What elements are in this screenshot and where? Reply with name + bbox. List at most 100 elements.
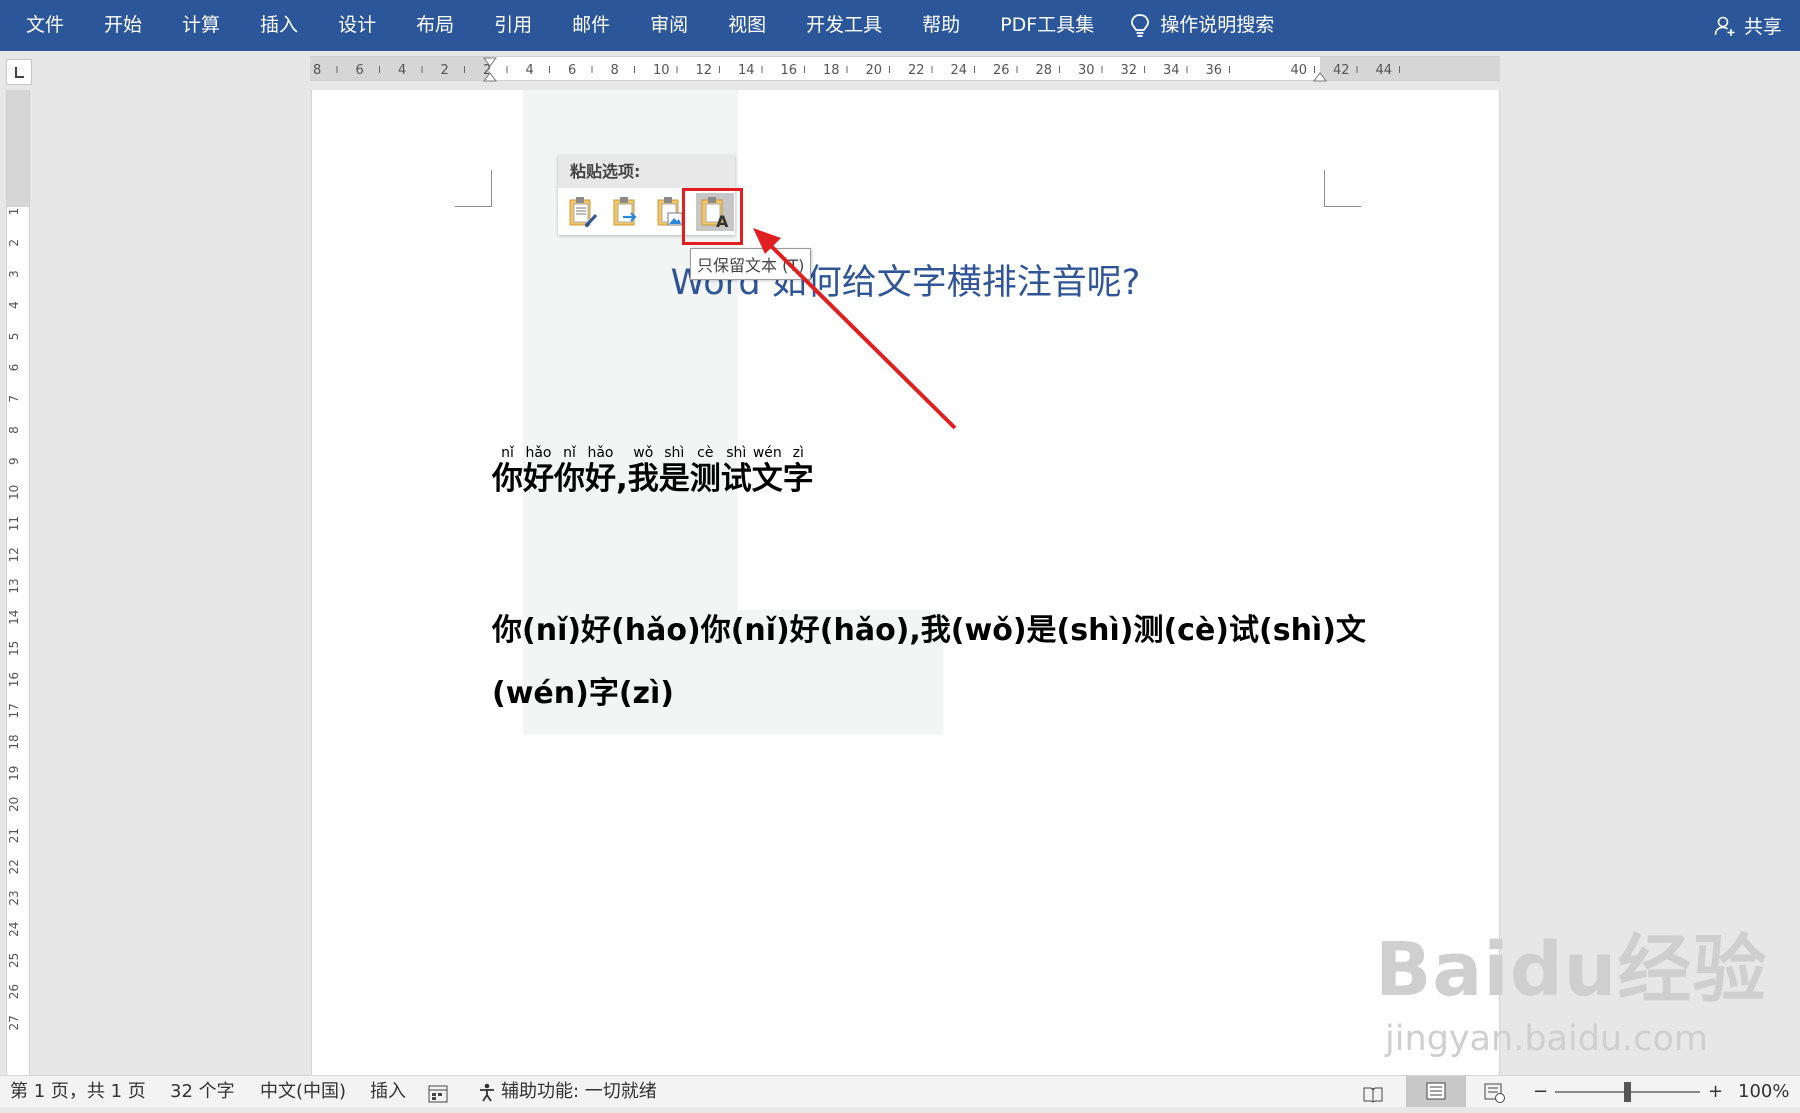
ribbon-tabs: 文件 开始 计算 插入 设计 布局 引用 邮件 审阅 视图 开发工具 帮助 PD… <box>0 0 1288 51</box>
tab-mailings[interactable]: 邮件 <box>552 0 630 51</box>
paste-keep-source-formatting-icon <box>569 197 598 227</box>
tab-home[interactable]: 开始 <box>84 0 162 51</box>
pinyin-paragraph-line-2[interactable]: (wén)字(zì) <box>492 668 674 712</box>
document-page[interactable]: Word 如何给文字横排注音呢? 你nǐ好hǎo你nǐ好hǎo,我wǒ是shì测… <box>311 90 1500 1075</box>
paste-options-header: 粘贴选项: <box>558 155 735 188</box>
paste-merge-formatting-icon <box>613 197 637 226</box>
ruler-label: 15 <box>7 641 21 656</box>
ruby-char: 我wǒ <box>627 445 659 497</box>
ruler-label: 24 <box>951 63 968 78</box>
tab-help[interactable]: 帮助 <box>902 0 980 51</box>
accessibility-label: 辅助功能: 一切就绪 <box>501 1081 657 1102</box>
zoom-slider-thumb[interactable] <box>1624 1082 1631 1102</box>
read-mode-icon[interactable] <box>1362 1082 1384 1113</box>
vertical-ruler[interactable]: 3211234567891011121314151617181920212223… <box>6 90 30 1075</box>
ruler-label: 32 <box>1121 63 1138 78</box>
highlight-box <box>682 188 743 245</box>
paste-keep-source-formatting-button[interactable] <box>564 193 602 231</box>
ruby-char: 文wén <box>751 445 783 497</box>
ruler-label: 36 <box>1206 63 1223 78</box>
ribbon: 文件 开始 计算 插入 设计 布局 引用 邮件 审阅 视图 开发工具 帮助 PD… <box>0 0 1800 51</box>
print-layout-icon <box>1426 1082 1446 1100</box>
print-layout-button[interactable] <box>1406 1076 1466 1107</box>
tab-references[interactable]: 引用 <box>474 0 552 51</box>
ruler-label: 42 <box>1333 63 1350 78</box>
accessibility-status[interactable]: 辅助功能: 一切就绪 <box>477 1076 657 1107</box>
ruler-label: 14 <box>7 610 21 625</box>
tab-layout[interactable]: 布局 <box>396 0 474 51</box>
horizontal-ruler[interactable]: 8 6 4 2 2 4 6 8 10 12 14 16 18 20 22 24 26 28 30 32 34 36 40 42… <box>310 56 1500 82</box>
vertical-ruler-ticks: 3211234567891011121314151617181920212223… <box>7 96 21 1030</box>
ruler-label: 2 <box>441 63 449 78</box>
person-add-icon <box>1714 16 1735 36</box>
ruby-char: 是shì <box>658 445 690 497</box>
pinyin-annotation: wén <box>751 445 783 461</box>
ruler-label: 10 <box>653 63 670 78</box>
ruby-char: 试shì <box>720 445 752 497</box>
pinyin-annotation: wǒ <box>627 445 659 461</box>
ruler-label: 4 <box>398 63 406 78</box>
tab-developer[interactable]: 开发工具 <box>786 0 902 51</box>
ruler-label: 22 <box>908 63 925 78</box>
share-label: 共享 <box>1743 16 1782 38</box>
ruler-label: 14 <box>738 63 755 78</box>
ruler-ticks: 8 6 4 2 2 4 6 8 10 12 14 16 18 20 22 24 26 28 30 32 34 36 40 42… <box>313 57 1400 82</box>
ruler-label: 20 <box>866 63 883 78</box>
pinyin-annotation: nǐ <box>554 445 585 461</box>
tab-stop-selector[interactable] <box>6 59 32 85</box>
paste-merge-formatting-button[interactable] <box>608 193 646 231</box>
web-layout-icon[interactable] <box>1484 1082 1506 1113</box>
tab-design[interactable]: 设计 <box>318 0 396 51</box>
ruler-label: 12 <box>696 63 713 78</box>
pinyin-annotation: hǎo <box>585 445 616 461</box>
ruler-label: 8 <box>611 63 619 78</box>
indent-marker <box>1313 72 1327 82</box>
word-count[interactable]: 32 个字 <box>170 1076 235 1107</box>
ruby-annotated-text[interactable]: 你nǐ好hǎo你nǐ好hǎo,我wǒ是shì测cè试shì文wén字zì <box>492 445 814 498</box>
tab-file[interactable]: 文件 <box>0 0 84 51</box>
ruler-label: 13 <box>7 578 21 593</box>
page-count[interactable]: 第 1 页，共 1 页 <box>10 1076 146 1107</box>
zoom-out-button[interactable]: − <box>1533 1076 1548 1107</box>
ruler-label: 9 <box>7 457 21 465</box>
ruby-char: 你nǐ <box>492 445 523 497</box>
language-indicator[interactable]: 中文(中国) <box>260 1076 346 1107</box>
zoom-in-button[interactable]: + <box>1708 1076 1723 1107</box>
tab-insert[interactable]: 插入 <box>240 0 318 51</box>
ruler-label: 34 <box>1163 63 1180 78</box>
ruler-label: 4 <box>526 63 534 78</box>
ruby-char: 测cè <box>689 445 721 497</box>
ruler-label: 1 <box>7 208 21 216</box>
ruler-label: 40 <box>1291 63 1308 78</box>
document-title[interactable]: Word 如何给文字横排注音呢? <box>312 254 1499 305</box>
ruler-label: 4 <box>7 301 21 309</box>
ruler-label: 3 <box>7 270 21 278</box>
ruler-label: 19 <box>7 766 21 781</box>
ruby-char: 好hǎo <box>523 445 554 497</box>
tab-review[interactable]: 审阅 <box>630 0 708 51</box>
ruler-label: 22 <box>7 859 21 874</box>
tell-me-search[interactable]: 操作说明搜索 <box>1114 0 1288 51</box>
ruler-label: 24 <box>7 922 21 937</box>
ruler-label: 16 <box>7 672 21 687</box>
lightbulb-icon <box>1131 13 1150 37</box>
pinyin-annotation: cè <box>689 445 721 461</box>
insert-mode-indicator[interactable]: 插入 <box>370 1076 406 1107</box>
ruler-label: 18 <box>823 63 840 78</box>
tab-calculate[interactable]: 计算 <box>162 0 240 51</box>
zoom-level[interactable]: 100% <box>1738 1076 1789 1107</box>
tell-me-label: 操作说明搜索 <box>1160 14 1275 36</box>
crop-mark-right <box>1324 170 1361 207</box>
ruler-label: 6 <box>7 364 21 372</box>
ruler-label: 26 <box>7 984 21 999</box>
tab-pdf-tools[interactable]: PDF工具集 <box>980 0 1114 51</box>
macro-record-icon[interactable] <box>428 1082 448 1113</box>
pinyin-paragraph-line-1[interactable]: 你(nǐ)好(hǎo)你(nǐ)好(hǎo),我(wǒ)是(shì)测(cè)试… <box>492 605 1366 649</box>
paste-button-tooltip: 只保留文本 (T) <box>690 248 812 280</box>
pinyin-annotation: zì <box>782 445 814 461</box>
tab-view[interactable]: 视图 <box>708 0 786 51</box>
ruler-label: 44 <box>1376 63 1393 78</box>
ruler-label: 20 <box>7 797 21 812</box>
share-button[interactable]: 共享 <box>1714 0 1782 51</box>
pinyin-annotation: hǎo <box>523 445 554 461</box>
